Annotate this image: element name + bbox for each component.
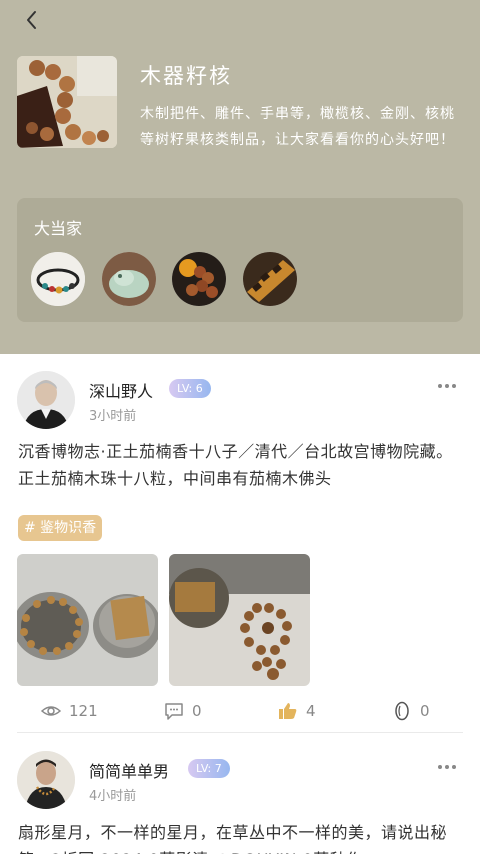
master-avatar-2[interactable] bbox=[102, 252, 156, 306]
username[interactable]: 简简单单男 bbox=[89, 758, 169, 782]
thumbs-up-icon bbox=[279, 703, 297, 719]
likes-count: 4 bbox=[306, 702, 316, 720]
avatar[interactable] bbox=[17, 751, 75, 809]
master-avatar-1[interactable] bbox=[31, 252, 85, 306]
seed-icon bbox=[395, 701, 409, 721]
topic-cover-image bbox=[17, 56, 117, 148]
topic-title: 木器籽核 bbox=[140, 64, 232, 88]
masters-title: 大当家 bbox=[34, 219, 83, 238]
more-icon bbox=[438, 384, 456, 388]
eye-icon bbox=[41, 706, 61, 716]
post-divider bbox=[17, 732, 463, 733]
level-badge: LV: 6 bbox=[169, 379, 211, 398]
masters-panel: 大当家 bbox=[17, 198, 463, 322]
comments-count: 0 bbox=[192, 702, 202, 720]
post-photo-1[interactable] bbox=[17, 554, 158, 686]
chevron-left-icon bbox=[27, 11, 36, 29]
post-photo-2[interactable] bbox=[169, 554, 310, 686]
comment-icon bbox=[165, 703, 183, 720]
post-content[interactable]: 扇形星月，不一样的星月，在草丛中不一样的美，请说出秘籍…2折回 2024 0草影… bbox=[18, 819, 462, 854]
collects-count: 0 bbox=[420, 702, 430, 720]
topic-description: 木制把件、雕件、手串等，橄榄核、金刚、核桃等树籽果核类制品，让大家看看你的心头好… bbox=[140, 106, 455, 148]
post-card[interactable]: 深山野人 LV: 6 3小时前 沉香博物志·正土茄楠香十八子／清代／台北故宫博物… bbox=[0, 354, 480, 738]
more-icon bbox=[438, 765, 456, 769]
views-stat: 121 bbox=[41, 700, 98, 722]
post-time: 3小时前 bbox=[89, 409, 137, 424]
master-avatar-3[interactable] bbox=[172, 252, 226, 306]
more-options-button[interactable] bbox=[436, 763, 458, 771]
views-count: 121 bbox=[69, 702, 98, 720]
master-avatar-4[interactable] bbox=[243, 252, 297, 306]
level-badge: LV: 7 bbox=[188, 759, 230, 778]
post-content[interactable]: 沉香博物志·正土茄楠香十八子／清代／台北故宫博物院藏。正土茄楠木珠十八粒，中间串… bbox=[18, 438, 462, 492]
avatar[interactable] bbox=[17, 371, 75, 429]
topic-tag[interactable]: # 鉴物识香 bbox=[18, 515, 103, 541]
like-button[interactable]: 4 bbox=[278, 700, 316, 722]
collect-button[interactable]: 0 bbox=[392, 700, 430, 722]
topic-header: 木器籽核 木制把件、雕件、手串等，橄榄核、金刚、核桃等树籽果核类制品，让大家看看… bbox=[0, 0, 480, 354]
more-options-button[interactable] bbox=[436, 382, 458, 390]
post-time: 4小时前 bbox=[89, 789, 137, 804]
back-button[interactable] bbox=[20, 8, 44, 32]
username[interactable]: 深山野人 bbox=[89, 378, 153, 402]
post-card[interactable]: 简简单单男 LV: 7 4小时前 扇形星月，不一样的星月，在草丛中不一样的美，请… bbox=[0, 738, 480, 854]
comments-button[interactable]: 0 bbox=[164, 700, 202, 722]
